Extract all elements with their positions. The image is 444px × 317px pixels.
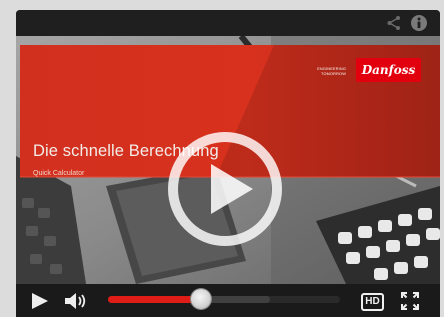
volume-icon[interactable] — [63, 291, 89, 311]
danfoss-logo: Danfoss — [356, 58, 421, 82]
progress-bar[interactable] — [108, 289, 340, 309]
brand-tagline: ENGINEERING TOMORROW — [317, 67, 346, 76]
play-circle-icon[interactable] — [167, 131, 283, 247]
fullscreen-icon[interactable] — [400, 291, 420, 311]
player-top-bar — [16, 10, 440, 36]
info-icon[interactable] — [410, 14, 428, 32]
play-icon[interactable] — [30, 292, 50, 310]
video-frame[interactable]: ENGINEERING TOMORROW Danfoss Die schnell… — [16, 36, 440, 284]
progress-played — [108, 296, 201, 303]
video-player: ENGINEERING TOMORROW Danfoss Die schnell… — [16, 10, 440, 317]
share-icon[interactable] — [385, 14, 403, 32]
hd-button[interactable]: HD — [361, 293, 384, 311]
video-subtitle: Quick Calculator — [33, 170, 85, 177]
progress-handle[interactable] — [190, 289, 211, 309]
player-control-bar: HD — [16, 284, 440, 317]
